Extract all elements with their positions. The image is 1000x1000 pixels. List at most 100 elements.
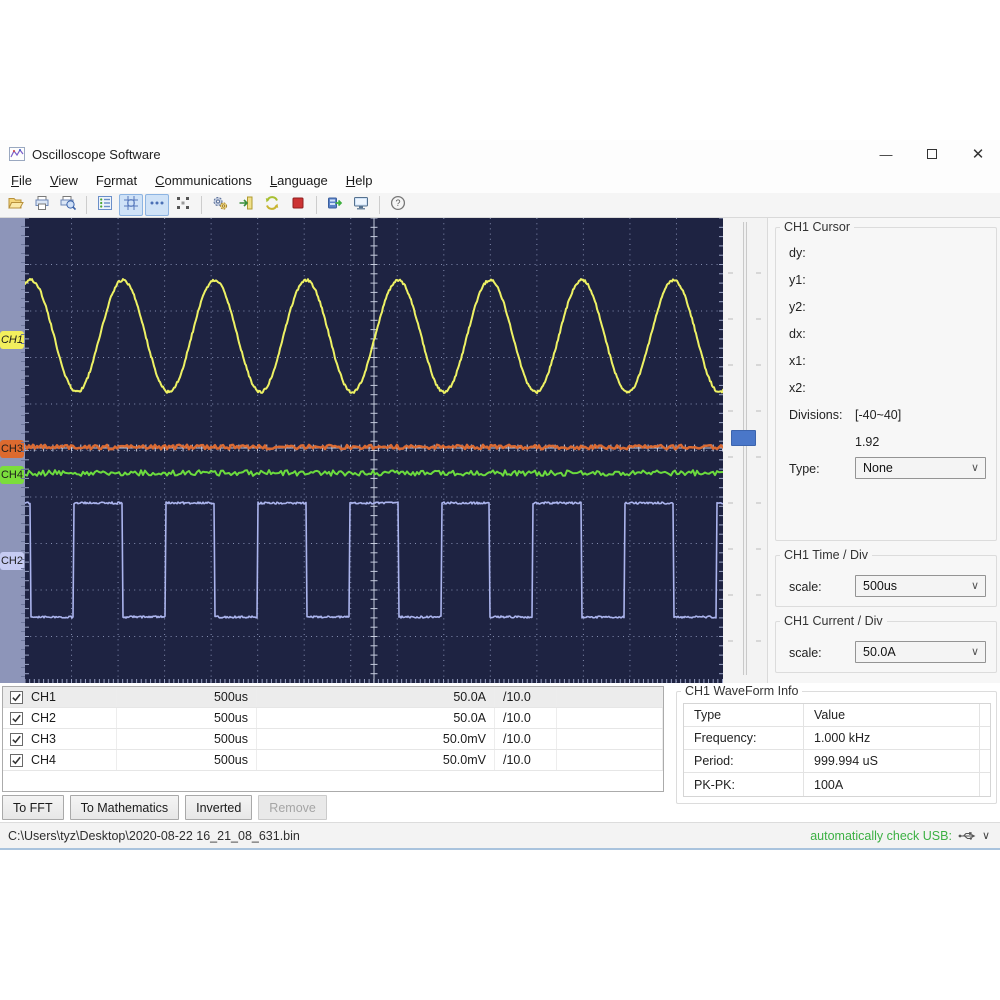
time-div-title: CH1 Time / Div: [780, 548, 872, 562]
current-scale-label: scale:: [789, 646, 822, 660]
waveform-info-title: CH1 WaveForm Info: [681, 684, 802, 698]
current-scale-dropdown[interactable]: 50.0A ∨: [855, 641, 986, 663]
channel-name: CH2: [31, 711, 56, 725]
channel-row-ch4[interactable]: CH4500us50.0mV/10.0: [3, 750, 663, 771]
time-scale-label: scale:: [789, 580, 822, 594]
cursor-field-row: 1.92: [776, 429, 996, 456]
time-scale-dropdown[interactable]: 500us ∨: [855, 575, 986, 597]
refresh-icon: [264, 195, 280, 216]
print-preview-icon: [60, 195, 76, 216]
menu-item-format[interactable]: Format: [87, 170, 146, 191]
info-row: Period:999.994 uS: [684, 750, 990, 773]
oscilloscope-app-window: Oscilloscope Software — ✕ FileViewFormat…: [0, 0, 1000, 1000]
vertical-scroll-gutter: [723, 218, 767, 683]
maximize-icon: [927, 149, 937, 159]
open-file-button[interactable]: [4, 194, 28, 216]
to-fft-button[interactable]: To FFT: [2, 795, 64, 820]
cursor-field-row: y1:: [776, 267, 996, 294]
gutter-ticks-right: [756, 228, 761, 673]
import-data-button[interactable]: [234, 194, 258, 216]
inverted-button[interactable]: Inverted: [185, 795, 252, 820]
cursor-fields: dy:y1:y2:dx:x1:x2:Divisions:[-40~40]1.92: [776, 234, 996, 456]
channel-list-button[interactable]: [93, 194, 117, 216]
toolbar: ?: [0, 193, 1000, 218]
channel-list-icon: [97, 195, 113, 216]
menu-item-language[interactable]: Language: [261, 170, 337, 191]
channel-checkbox[interactable]: [10, 712, 23, 725]
status-bar: C:\Users\tyz\Desktop\2020-08-22 16_21_08…: [0, 822, 1000, 850]
grid-view-button[interactable]: [119, 194, 143, 216]
open-file-icon: [8, 195, 24, 216]
import-data-icon: [238, 195, 254, 216]
cursor-field-row: Divisions:[-40~40]: [776, 402, 996, 429]
cursor-type-label: Type:: [789, 462, 820, 476]
channel-checkbox[interactable]: [10, 691, 23, 704]
menu-item-help[interactable]: Help: [337, 170, 382, 191]
info-filler: [980, 727, 990, 749]
position-slider-handle[interactable]: [731, 430, 756, 446]
action-button-row: To FFTTo MathematicsInvertedRemove: [2, 795, 327, 820]
channel-tag-ch3[interactable]: CH3: [0, 440, 24, 458]
menu-item-communications[interactable]: Communications: [146, 170, 261, 191]
stop-record-button[interactable]: [286, 194, 310, 216]
chevron-down-icon: ∨: [971, 579, 979, 592]
channel-row-filler: [557, 750, 663, 770]
toolbar-separator: [201, 196, 202, 214]
dots-view-button[interactable]: [145, 194, 169, 216]
remote-display-button[interactable]: [349, 194, 373, 216]
channel-name: CH3: [31, 732, 56, 746]
close-button[interactable]: ✕: [958, 140, 998, 168]
info-row: Frequency:1.000 kHz: [684, 727, 990, 750]
channel-row-ch2[interactable]: CH2500us50.0A/10.0: [3, 708, 663, 729]
menu-item-file[interactable]: File: [2, 170, 41, 191]
channel-checkbox[interactable]: [10, 733, 23, 746]
cursor-field-label: Divisions:: [789, 408, 843, 422]
info-type: Period:: [684, 750, 804, 772]
channel-row-ch3[interactable]: CH3500us50.0mV/10.0: [3, 729, 663, 750]
app-logo-icon: [9, 146, 25, 162]
scatter-view-icon: [175, 195, 191, 216]
loaded-file-path: C:\Users\tyz\Desktop\2020-08-22 16_21_08…: [8, 829, 300, 843]
print-button[interactable]: [30, 194, 54, 216]
channel-tag-ch1[interactable]: CH1: [0, 331, 24, 349]
maximize-button[interactable]: [912, 140, 952, 168]
current-scale-value: 50.0A: [863, 645, 896, 659]
menu-item-view[interactable]: View: [41, 170, 87, 191]
print-preview-button[interactable]: [56, 194, 80, 216]
channel-name: CH4: [31, 753, 56, 767]
time-div-row: scale: 500us ∨: [776, 574, 996, 601]
info-filler: [980, 750, 990, 772]
position-slider-track[interactable]: [743, 222, 747, 675]
refresh-button[interactable]: [260, 194, 284, 216]
info-header-row: TypeValue: [684, 704, 990, 727]
channel-tag-ch4[interactable]: CH4: [0, 466, 24, 484]
minimize-button[interactable]: —: [866, 140, 906, 168]
cursor-field-label: y1:: [789, 273, 806, 287]
window-title: Oscilloscope Software: [32, 147, 161, 162]
channel-checkbox[interactable]: [10, 754, 23, 767]
info-col-type: Type: [684, 704, 804, 726]
channel-row-ch1[interactable]: CH1500us50.0A/10.0: [3, 687, 663, 708]
remove-button: Remove: [258, 795, 327, 820]
chevron-down-icon[interactable]: ∨: [982, 829, 990, 842]
info-row: PK-PK:100A: [684, 773, 990, 796]
cursor-field-row: dx:: [776, 321, 996, 348]
channel-name: CH1: [31, 690, 56, 704]
right-settings-panel: CH1 Cursor dy:y1:y2:dx:x1:x2:Divisions:[…: [768, 218, 1000, 683]
channel-scale: 50.0mV: [257, 750, 495, 770]
settings-gears-icon: [212, 195, 228, 216]
channel-probe: /10.0: [495, 750, 557, 770]
channel-probe: /10.0: [495, 729, 557, 749]
scatter-view-button[interactable]: [171, 194, 195, 216]
channel-scale: 50.0A: [257, 687, 495, 707]
export-media-button[interactable]: [323, 194, 347, 216]
waveform-plot[interactable]: [25, 218, 723, 683]
channel-tag-ch2[interactable]: CH2: [0, 552, 24, 570]
help-button[interactable]: ?: [386, 194, 410, 216]
export-media-icon: [327, 195, 343, 216]
channel-timebase: 500us: [117, 729, 257, 749]
to-mathematics-button[interactable]: To Mathematics: [70, 795, 180, 820]
cursor-type-dropdown[interactable]: None ∨: [855, 457, 986, 479]
channels-table: CH1500us50.0A/10.0CH2500us50.0A/10.0CH35…: [2, 686, 664, 792]
settings-gears-button[interactable]: [208, 194, 232, 216]
